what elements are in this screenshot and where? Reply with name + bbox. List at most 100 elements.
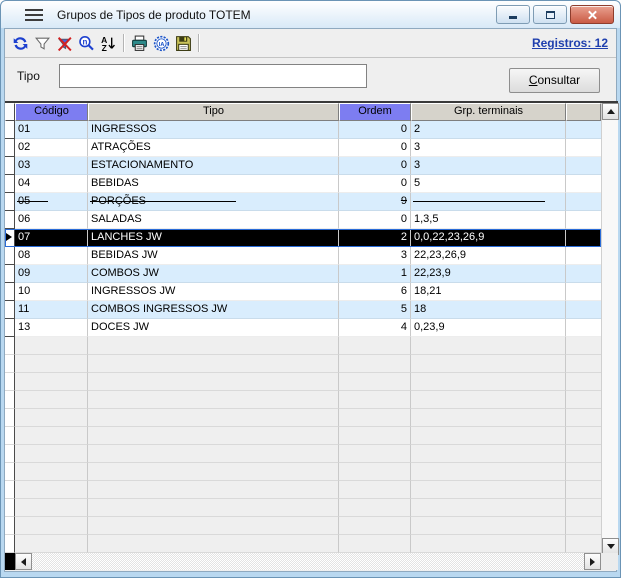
cell-codigo[interactable] bbox=[15, 445, 88, 463]
refresh-button[interactable] bbox=[9, 32, 31, 54]
cell-codigo[interactable] bbox=[15, 409, 88, 427]
cell-codigo[interactable]: 05 bbox=[15, 193, 88, 211]
table-row[interactable] bbox=[5, 373, 601, 391]
registros-link[interactable]: Registros: 12 bbox=[532, 36, 608, 50]
cell-codigo[interactable]: 13 bbox=[15, 319, 88, 337]
table-row[interactable]: 07 LANCHES JW 2 0,0,22,23,26,9 bbox=[5, 229, 601, 247]
close-button[interactable] bbox=[570, 5, 614, 24]
scroll-left-button[interactable] bbox=[15, 553, 32, 570]
cell-grp-terminais[interactable] bbox=[411, 193, 566, 211]
system-menu-icon[interactable] bbox=[25, 9, 43, 21]
cell-grp-terminais[interactable]: 1,3,5 bbox=[411, 211, 566, 229]
cell-codigo[interactable]: 07 bbox=[15, 229, 88, 247]
cell-grp-terminais[interactable]: 5 bbox=[411, 175, 566, 193]
cell-ordem[interactable]: 1 bbox=[339, 265, 411, 283]
cell-codigo[interactable]: 08 bbox=[15, 247, 88, 265]
cell-codigo[interactable]: 06 bbox=[15, 211, 88, 229]
cell-codigo[interactable] bbox=[15, 355, 88, 373]
cell-tipo[interactable]: BEBIDAS bbox=[88, 175, 339, 193]
cell-grp-terminais[interactable] bbox=[411, 463, 566, 481]
cell-tipo[interactable] bbox=[88, 463, 339, 481]
header-codigo[interactable]: Código bbox=[15, 103, 88, 121]
table-row[interactable]: 05 PORÇÕES 9 bbox=[5, 193, 601, 211]
table-row[interactable]: 06 SALADAS 0 1,3,5 bbox=[5, 211, 601, 229]
cell-codigo[interactable]: 09 bbox=[15, 265, 88, 283]
cell-ordem[interactable] bbox=[339, 481, 411, 499]
cell-grp-terminais[interactable]: 18 bbox=[411, 301, 566, 319]
cell-tipo[interactable]: COMBOS JW bbox=[88, 265, 339, 283]
table-row[interactable]: 02 ATRAÇÕES 0 3 bbox=[5, 139, 601, 157]
cell-codigo[interactable]: 10 bbox=[15, 283, 88, 301]
cell-tipo[interactable] bbox=[88, 499, 339, 517]
cell-codigo[interactable] bbox=[15, 499, 88, 517]
find-button[interactable]: n bbox=[75, 32, 97, 54]
consultar-button[interactable]: Consultar bbox=[509, 68, 600, 93]
cell-ordem[interactable] bbox=[339, 355, 411, 373]
cell-codigo[interactable] bbox=[15, 427, 88, 445]
cell-tipo[interactable]: LANCHES JW bbox=[88, 229, 339, 247]
cell-ordem[interactable]: 4 bbox=[339, 319, 411, 337]
cell-ordem[interactable]: 0 bbox=[339, 175, 411, 193]
table-row[interactable] bbox=[5, 481, 601, 499]
cell-codigo[interactable] bbox=[15, 481, 88, 499]
cell-tipo[interactable]: SALADAS bbox=[88, 211, 339, 229]
cell-codigo[interactable]: 03 bbox=[15, 157, 88, 175]
header-ordem[interactable]: Ordem bbox=[339, 103, 411, 121]
table-row[interactable] bbox=[5, 463, 601, 481]
cell-grp-terminais[interactable]: 22,23,9 bbox=[411, 265, 566, 283]
cell-codigo[interactable] bbox=[15, 391, 88, 409]
cell-grp-terminais[interactable]: 18,21 bbox=[411, 283, 566, 301]
table-row[interactable] bbox=[5, 535, 601, 553]
cell-ordem[interactable]: 9 bbox=[339, 193, 411, 211]
cell-codigo[interactable] bbox=[15, 373, 88, 391]
cell-ordem[interactable] bbox=[339, 499, 411, 517]
tipo-input[interactable] bbox=[59, 64, 367, 88]
cell-codigo[interactable] bbox=[15, 535, 88, 553]
table-row[interactable]: 04 BEBIDAS 0 5 bbox=[5, 175, 601, 193]
table-row[interactable]: 09 COMBOS JW 1 22,23,9 bbox=[5, 265, 601, 283]
print-button[interactable] bbox=[128, 32, 150, 54]
cell-tipo[interactable] bbox=[88, 337, 339, 355]
cell-codigo[interactable] bbox=[15, 517, 88, 535]
table-row[interactable] bbox=[5, 445, 601, 463]
cell-ordem[interactable]: 0 bbox=[339, 121, 411, 139]
cell-ordem[interactable] bbox=[339, 391, 411, 409]
cell-tipo[interactable] bbox=[88, 481, 339, 499]
cell-ordem[interactable] bbox=[339, 463, 411, 481]
table-row[interactable] bbox=[5, 409, 601, 427]
cell-ordem[interactable]: 0 bbox=[339, 157, 411, 175]
horizontal-scrollbar[interactable] bbox=[5, 553, 618, 570]
cell-grp-terminais[interactable] bbox=[411, 445, 566, 463]
cell-grp-terminais[interactable] bbox=[411, 391, 566, 409]
scroll-up-button[interactable] bbox=[602, 103, 619, 120]
cell-ordem[interactable]: 5 bbox=[339, 301, 411, 319]
cell-tipo[interactable] bbox=[88, 391, 339, 409]
cell-ordem[interactable]: 6 bbox=[339, 283, 411, 301]
cell-grp-terminais[interactable] bbox=[411, 409, 566, 427]
cell-tipo[interactable]: PORÇÕES bbox=[88, 193, 339, 211]
save-button[interactable] bbox=[172, 32, 194, 54]
cell-tipo[interactable]: INGRESSOS JW bbox=[88, 283, 339, 301]
cell-tipo[interactable] bbox=[88, 373, 339, 391]
cell-grp-terminais[interactable]: 22,23,26,9 bbox=[411, 247, 566, 265]
cell-grp-terminais[interactable]: 3 bbox=[411, 157, 566, 175]
header-grp-terminais[interactable]: Grp. terminais bbox=[411, 103, 566, 121]
vertical-scrollbar[interactable] bbox=[601, 103, 618, 555]
stamp-ia-button[interactable]: IA bbox=[150, 32, 172, 54]
cell-grp-terminais[interactable] bbox=[411, 355, 566, 373]
cell-ordem[interactable]: 2 bbox=[339, 229, 411, 247]
table-row[interactable]: 03 ESTACIONAMENTO 0 3 bbox=[5, 157, 601, 175]
cell-grp-terminais[interactable] bbox=[411, 517, 566, 535]
cell-grp-terminais[interactable] bbox=[411, 499, 566, 517]
table-row[interactable]: 01 INGRESSOS 0 2 bbox=[5, 121, 601, 139]
table-row[interactable] bbox=[5, 337, 601, 355]
hscroll-track[interactable] bbox=[32, 553, 584, 570]
cell-tipo[interactable] bbox=[88, 427, 339, 445]
filter-button[interactable] bbox=[31, 32, 53, 54]
cell-ordem[interactable] bbox=[339, 445, 411, 463]
cell-grp-terminais[interactable]: 0,0,22,23,26,9 bbox=[411, 229, 566, 247]
header-tipo[interactable]: Tipo bbox=[88, 103, 339, 121]
table-row[interactable]: 10 INGRESSOS JW 6 18,21 bbox=[5, 283, 601, 301]
table-row[interactable] bbox=[5, 499, 601, 517]
cell-tipo[interactable] bbox=[88, 445, 339, 463]
